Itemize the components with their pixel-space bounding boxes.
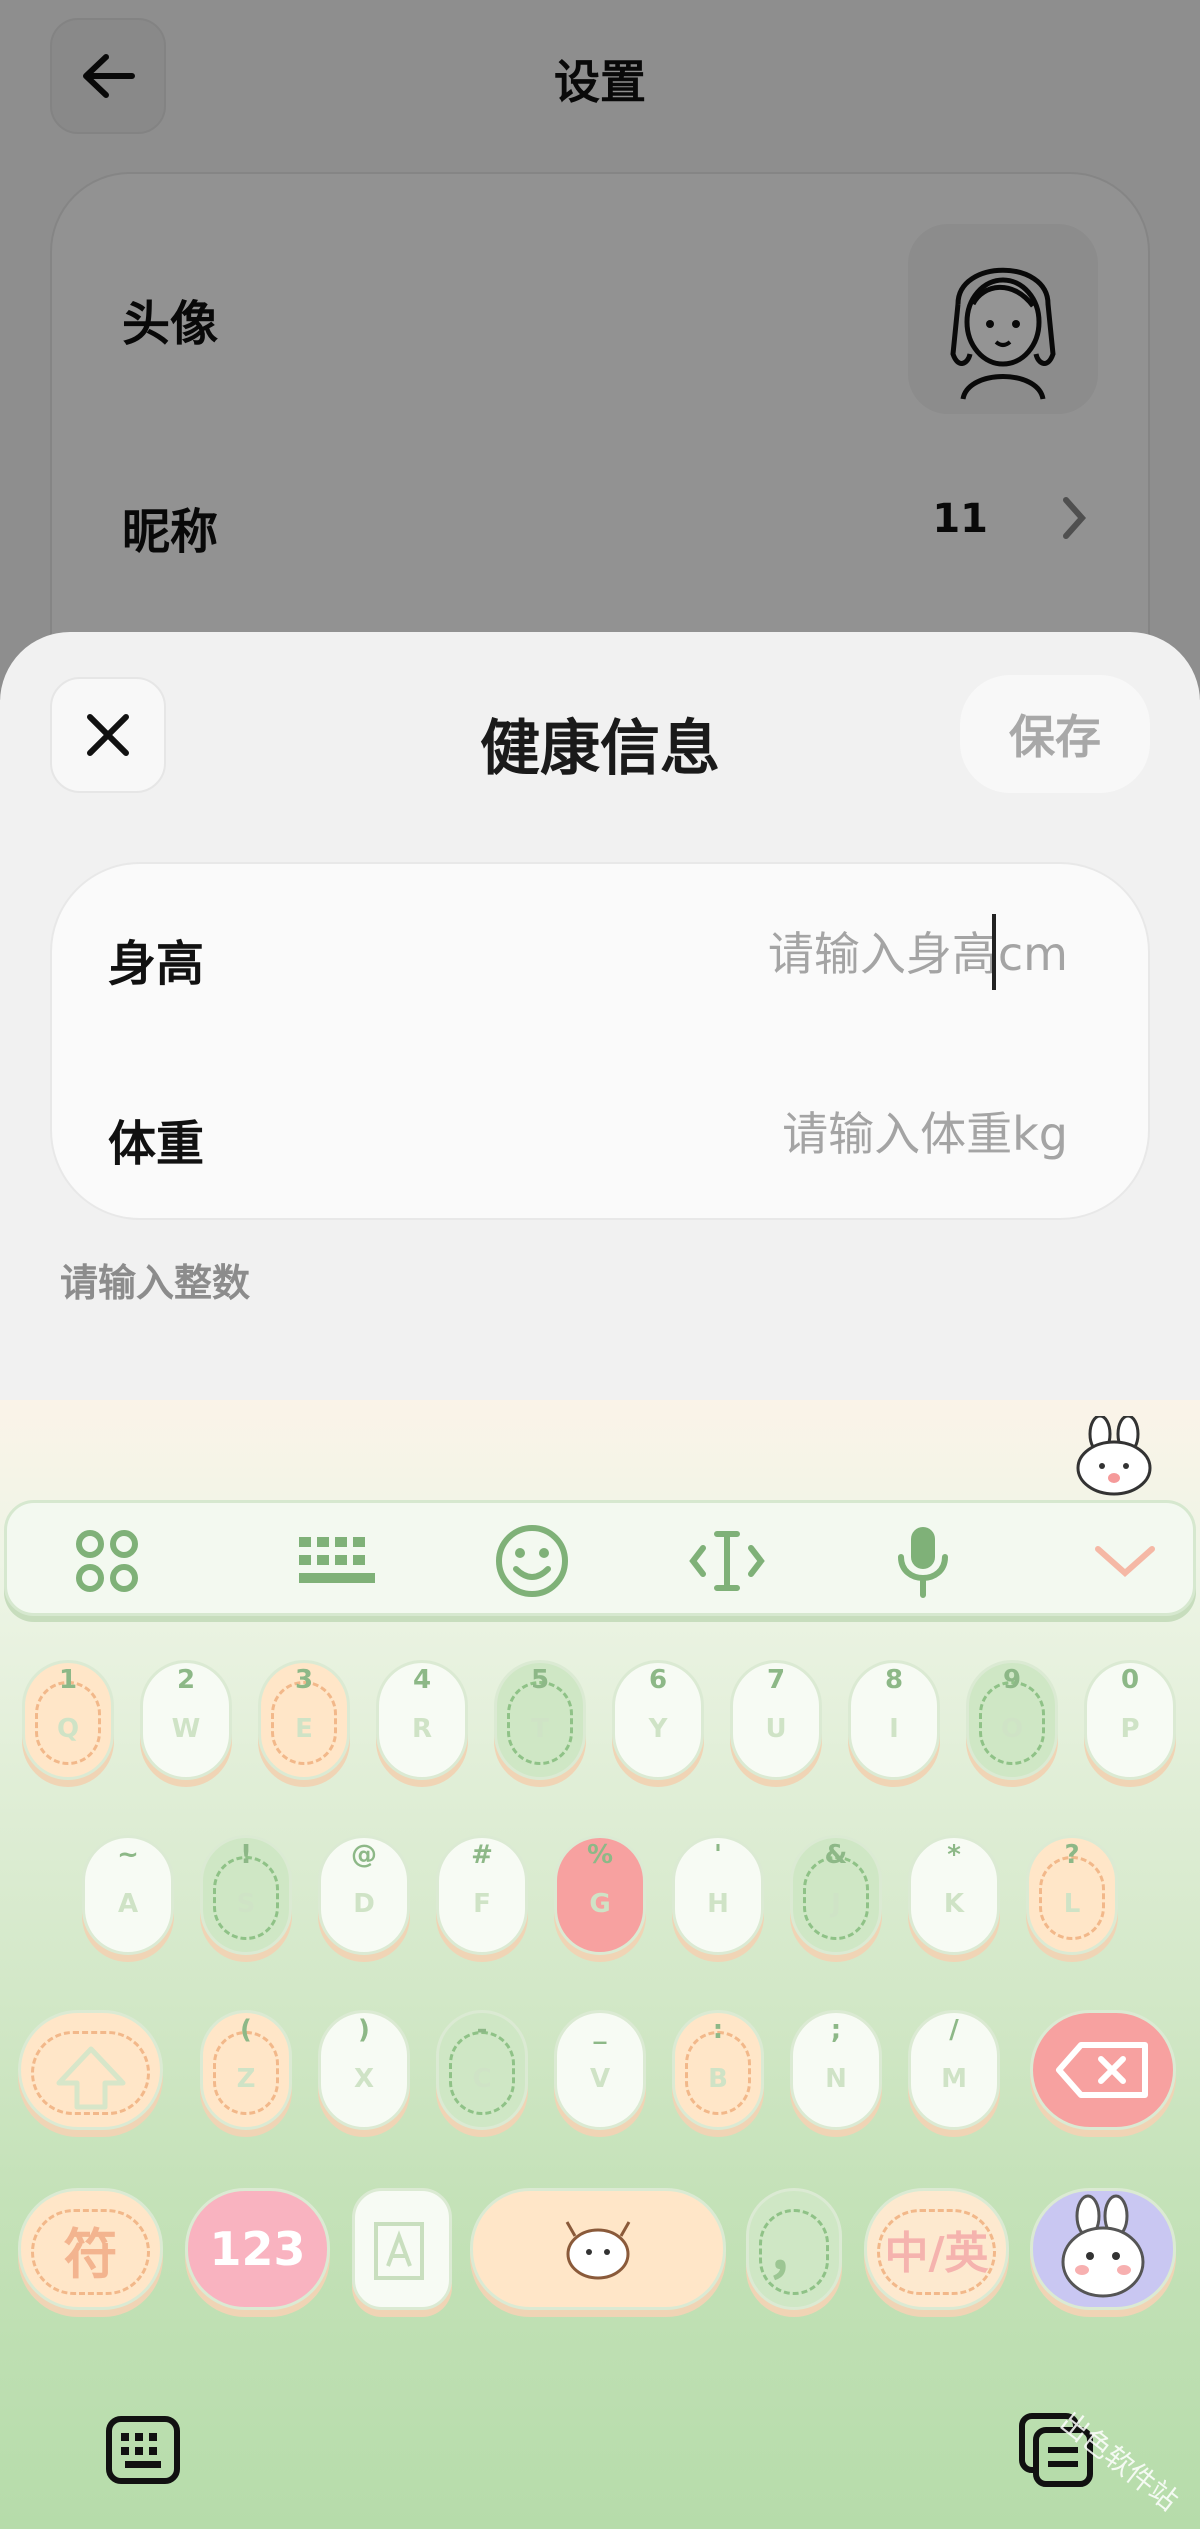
height-label: 身高 xyxy=(108,936,205,992)
hide-keyboard-button[interactable] xyxy=(105,2415,181,2485)
height-input[interactable] xyxy=(548,919,1068,989)
toolbar-voice-button[interactable] xyxy=(873,1511,973,1611)
text-mode-key[interactable] xyxy=(352,2188,452,2310)
soft-keyboard: 1Q 2W 3E 4R 5T 6Y 7U 8I 9O 0P ~ A ! S @ D #… xyxy=(0,1400,1200,2529)
key-z[interactable]: (Z xyxy=(200,2010,292,2130)
letter-a-box-icon xyxy=(374,2222,424,2280)
key-t[interactable]: 5T xyxy=(494,1660,586,1780)
shift-key[interactable] xyxy=(18,2010,163,2130)
health-form: 身高 体重 xyxy=(50,862,1150,1220)
collapse-icon xyxy=(1095,1546,1155,1578)
numbers-key[interactable]: 123 xyxy=(185,2188,330,2310)
key-s[interactable]: ! S xyxy=(200,1835,292,1955)
grid-icon xyxy=(76,1530,138,1592)
mic-icon xyxy=(898,1527,948,1598)
toolbar-collapse-button[interactable] xyxy=(1075,1511,1175,1611)
weight-label: 体重 xyxy=(108,1116,205,1172)
key-m[interactable]: / M xyxy=(908,2010,1000,2130)
key-x[interactable]: ) X xyxy=(318,2010,410,2130)
toolbar-keyboard-button[interactable] xyxy=(287,1511,387,1611)
key-i[interactable]: 8I xyxy=(848,1660,940,1780)
key-g[interactable]: % G xyxy=(554,1835,646,1955)
toolbar-grid-button[interactable] xyxy=(57,1511,157,1611)
weight-input[interactable] xyxy=(548,1099,1068,1169)
key-b[interactable]: :B xyxy=(672,2010,764,2130)
keyboard-toolbar xyxy=(4,1500,1196,1616)
key-a[interactable]: ~ A xyxy=(82,1835,174,1955)
backspace-key[interactable] xyxy=(1030,2010,1176,2130)
key-f[interactable]: # F xyxy=(436,1835,528,1955)
toolbar-emoji-button[interactable] xyxy=(482,1511,582,1611)
comma-key[interactable]: ， xyxy=(746,2188,842,2310)
lang-switch-key[interactable]: 中/英 xyxy=(864,2188,1009,2310)
key-w[interactable]: 2W xyxy=(140,1660,232,1780)
bunny-sticker-icon xyxy=(1076,1416,1152,1496)
key-y[interactable]: 6Y xyxy=(612,1660,704,1780)
save-button[interactable]: 保存 xyxy=(960,675,1150,793)
key-r[interactable]: 4R xyxy=(376,1660,468,1780)
enter-key[interactable] xyxy=(1030,2188,1176,2310)
modal-overlay[interactable] xyxy=(0,0,1200,700)
key-q[interactable]: 1Q xyxy=(22,1660,114,1780)
text-cursor xyxy=(992,914,996,990)
key-l[interactable]: ? L xyxy=(1026,1835,1118,1955)
toolbar-cursor-button[interactable] xyxy=(677,1511,777,1611)
key-o[interactable]: 9O xyxy=(966,1660,1058,1780)
key-p[interactable]: 0P xyxy=(1084,1660,1176,1780)
emoji-icon xyxy=(496,1525,568,1597)
key-e[interactable]: 3E xyxy=(258,1660,350,1780)
space-key[interactable] xyxy=(470,2188,726,2310)
key-n[interactable]: ; N xyxy=(790,2010,882,2130)
keyboard-icon xyxy=(299,1537,375,1583)
cursor-icon xyxy=(689,1531,765,1591)
key-d[interactable]: @ D xyxy=(318,1835,410,1955)
integer-hint: 请输入整数 xyxy=(60,1261,251,1305)
bunny-enter-icon xyxy=(1061,2194,1145,2298)
key-u[interactable]: 7U xyxy=(730,1660,822,1780)
key-k[interactable]: * K xyxy=(908,1835,1000,1955)
keyboard-switch-icon xyxy=(106,2416,180,2484)
keyboard-bottom-bar xyxy=(0,2380,1200,2529)
key-j[interactable]: & J xyxy=(790,1835,882,1955)
key-c[interactable]: -C xyxy=(436,2010,528,2130)
backspace-icon xyxy=(1056,2042,1148,2098)
bunny-space-icon xyxy=(565,2221,631,2280)
key-h[interactable]: ' H xyxy=(672,1835,764,1955)
symbols-key[interactable]: 符 xyxy=(18,2188,163,2310)
shift-arrow-icon xyxy=(56,2046,125,2110)
key-v[interactable]: _ V xyxy=(554,2010,646,2130)
